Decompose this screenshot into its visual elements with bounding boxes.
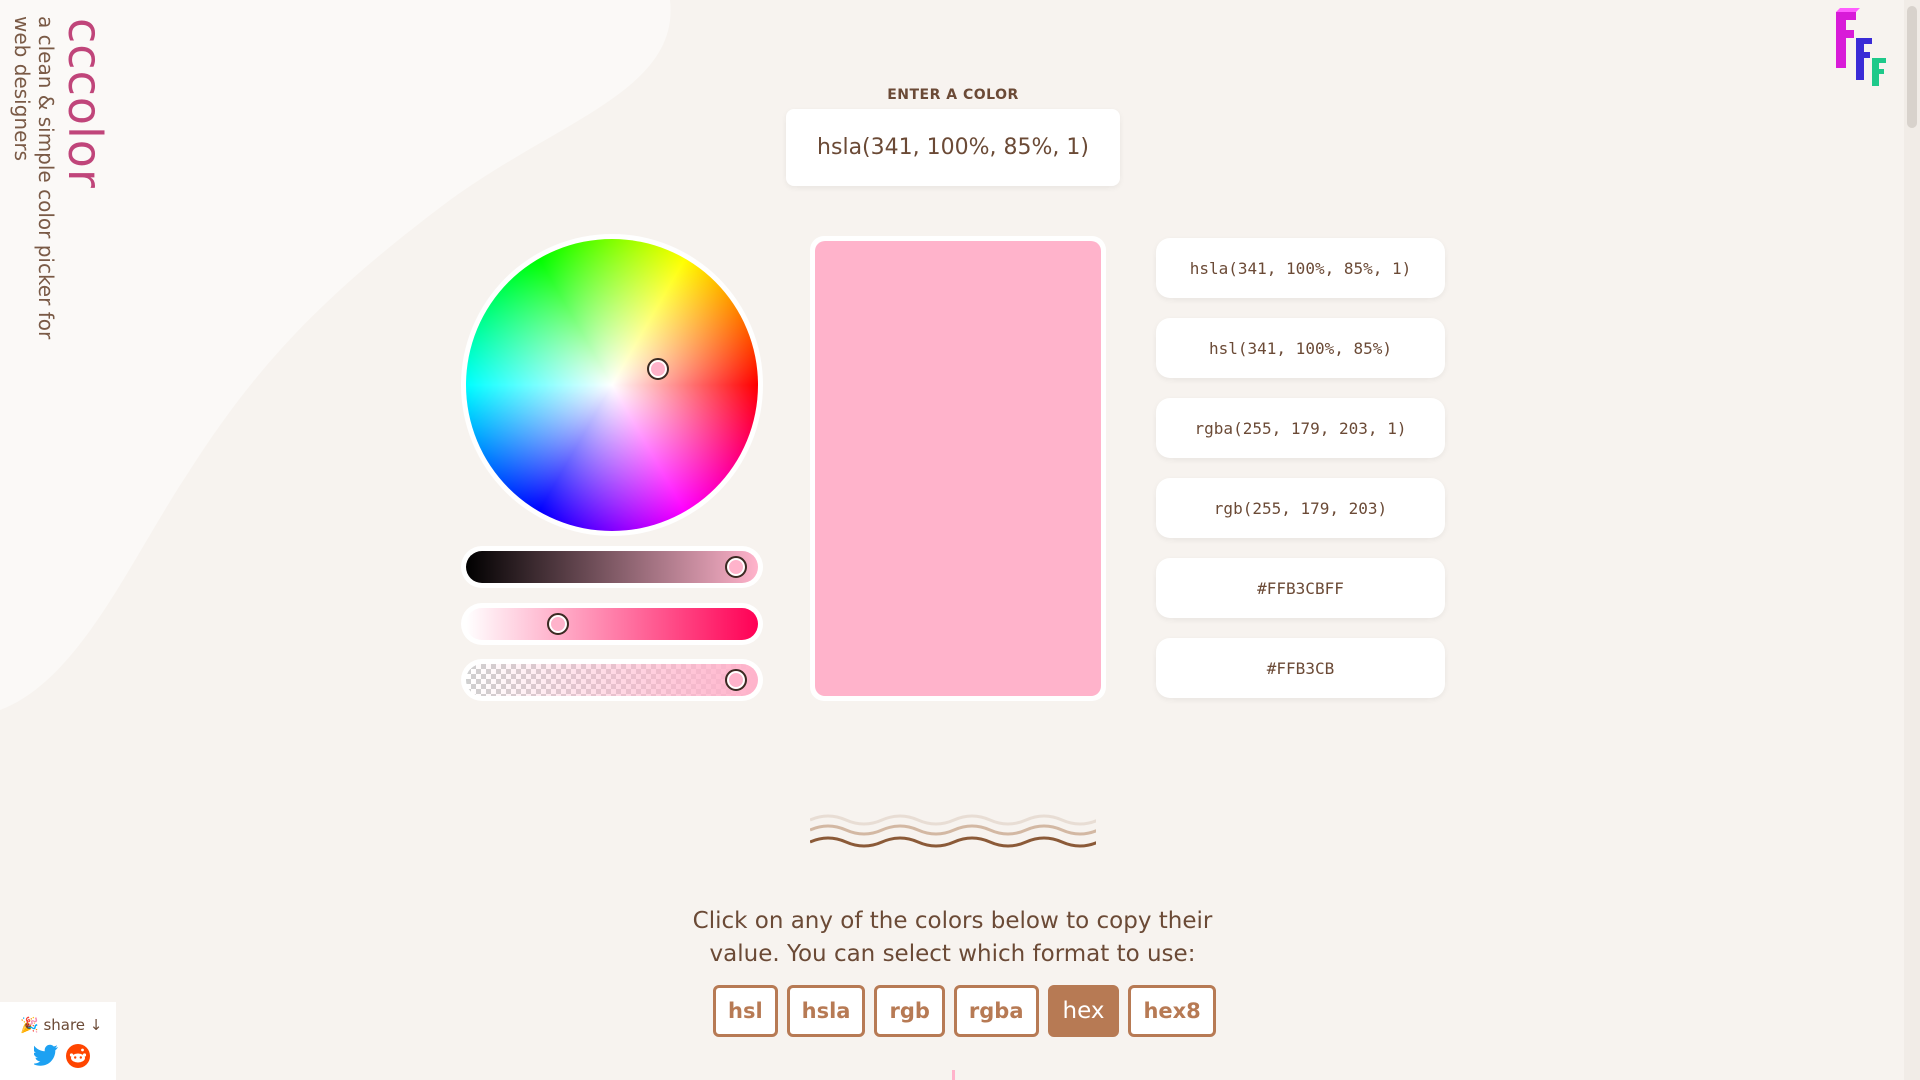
color-preview-swatch (815, 241, 1101, 696)
color-wheel[interactable] (466, 239, 758, 531)
color-input-label: ENTER A COLOR (887, 87, 1019, 103)
format-button-hsla[interactable]: hsla (786, 985, 866, 1037)
format-selector: hsl hsla rgb rgba hex hex8 (713, 985, 1216, 1037)
format-card-rgb[interactable]: rgb(255, 179, 203) (1156, 478, 1445, 538)
scroll-indicator (952, 1070, 955, 1080)
format-button-hex[interactable]: hex (1047, 985, 1120, 1037)
format-button-hsl[interactable]: hsl (713, 985, 778, 1037)
app-tagline: a clean & simple color picker for web de… (10, 16, 58, 340)
format-button-hex8[interactable]: hex8 (1128, 985, 1216, 1037)
share-label: 🎉 share ↓ (20, 1016, 103, 1034)
color-wheel-container (461, 234, 763, 536)
copy-instructions: Click on any of the colors below to copy… (692, 908, 1213, 967)
saturation-track[interactable] (466, 608, 758, 640)
lightness-slider[interactable] (461, 546, 763, 588)
saturation-slider[interactable] (461, 603, 763, 645)
reddit-icon[interactable] (66, 1044, 90, 1068)
alpha-slider[interactable] (461, 659, 763, 701)
format-card-hex8[interactable]: #FFB3CBFF (1156, 558, 1445, 618)
color-wheel-thumb[interactable] (646, 358, 669, 381)
format-button-rgba[interactable]: rgba (953, 985, 1039, 1037)
wave-divider (810, 814, 1096, 848)
format-button-rgb[interactable]: rgb (874, 985, 945, 1037)
app-title[interactable]: cccolor (58, 18, 112, 189)
scrollbar-thumb[interactable] (1907, 6, 1917, 128)
scrollbar[interactable] (1904, 0, 1920, 1080)
format-card-hex[interactable]: #FFB3CB (1156, 638, 1445, 698)
twitter-icon[interactable] (34, 1044, 58, 1066)
format-card-hsla[interactable]: hsla(341, 100%, 85%, 1) (1156, 238, 1445, 298)
format-card-hsl[interactable]: hsl(341, 100%, 85%) (1156, 318, 1445, 378)
alpha-track[interactable] (466, 664, 758, 696)
share-panel: 🎉 share ↓ (0, 1002, 116, 1080)
saturation-thumb[interactable] (547, 613, 569, 635)
format-card-rgba[interactable]: rgba(255, 179, 203, 1) (1156, 398, 1445, 458)
color-input[interactable] (786, 109, 1120, 186)
lightness-track[interactable] (466, 551, 758, 583)
color-preview (810, 236, 1106, 701)
fff-logo-icon[interactable] (1832, 8, 1894, 86)
